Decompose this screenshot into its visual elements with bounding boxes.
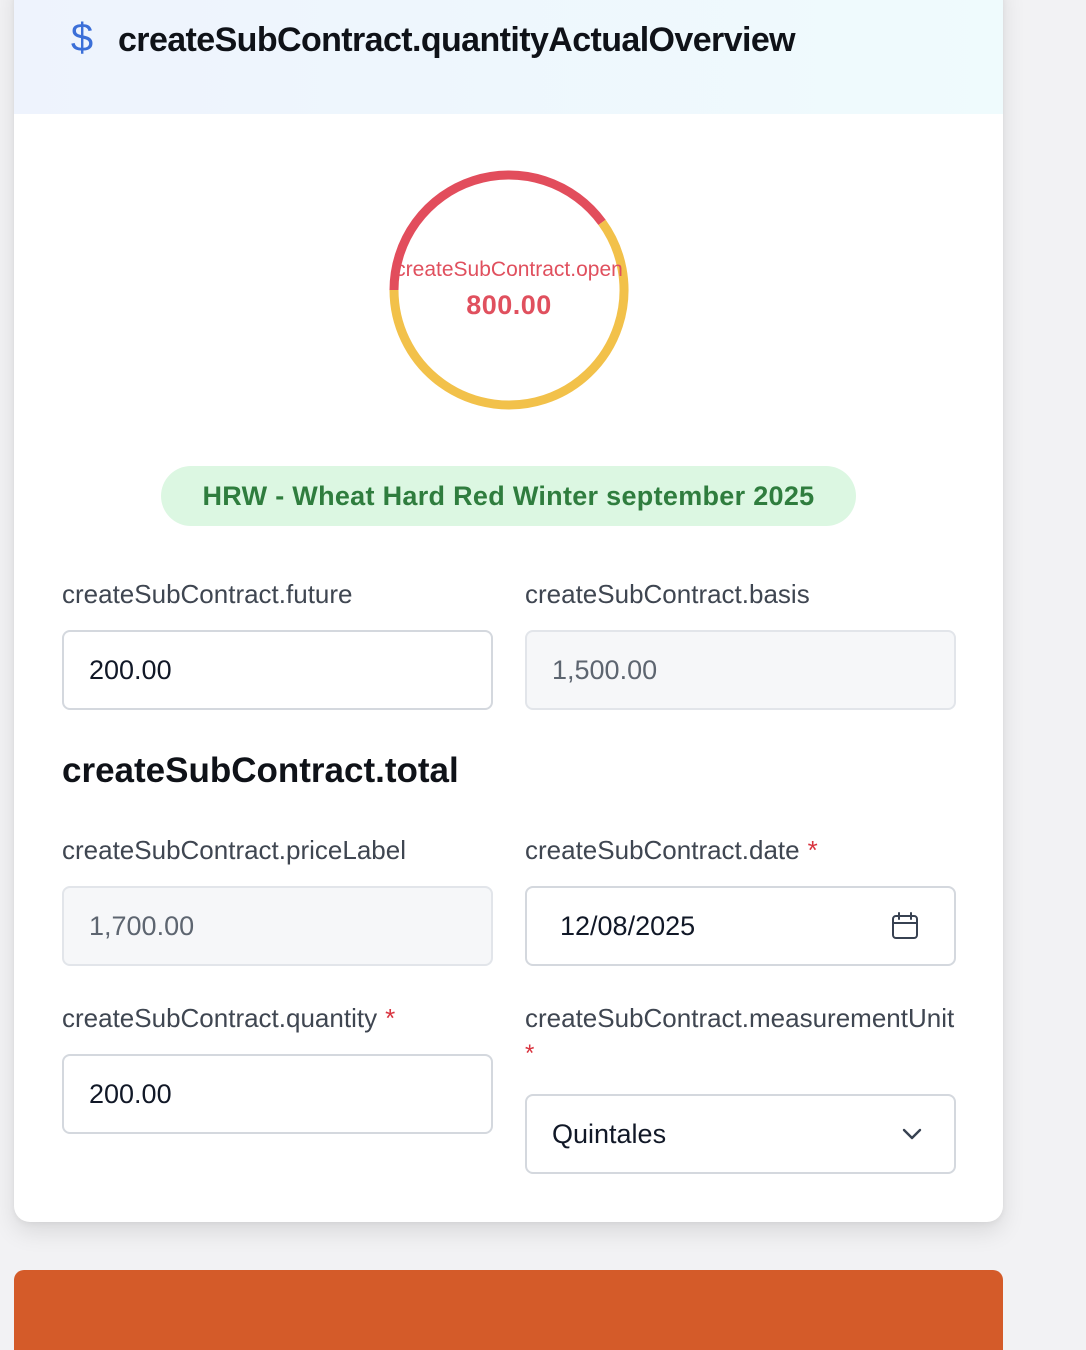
chevron-down-icon [902,1128,922,1140]
calendar-icon[interactable] [890,911,920,941]
basis-input: 1,500.00 [525,630,956,710]
submit-button[interactable] [14,1270,1003,1350]
basis-label: createSubContract.basis [525,579,810,609]
dollar-icon: $ [70,16,94,60]
future-input[interactable]: 200.00 [62,630,493,710]
donut-open-value: 800.00 [466,290,552,320]
date-input[interactable]: 12/08/2025 [525,886,956,966]
date-label-text: createSubContract.date [525,835,800,865]
quantity-label: createSubContract.quantity * [62,1002,395,1034]
card-title: createSubContract.quantityActualOverview [118,21,796,59]
price-input: 1,700.00 [62,886,493,966]
date-value: 12/08/2025 [560,911,696,941]
contract-badge: HRW - Wheat Hard Red Winter september 20… [161,466,856,526]
measurement-unit-value: Quintales [552,1119,667,1149]
date-label: createSubContract.date * [525,834,818,866]
measurement-unit-label: createSubContract.measurementUnit [525,1003,955,1033]
future-label: createSubContract.future [62,579,353,609]
quantity-required-mark: * [385,1003,396,1033]
date-required-mark: * [807,835,818,865]
quantity-overview-card: $ createSubContract.quantityActualOvervi… [14,0,1003,1222]
total-heading: createSubContract.total [62,751,459,790]
price-label: createSubContract.priceLabel [62,835,406,865]
quantity-label-text: createSubContract.quantity [62,1003,378,1033]
card-header: $ createSubContract.quantityActualOvervi… [14,0,1003,114]
measurement-unit-select[interactable]: Quintales [525,1094,956,1174]
measurement-unit-required-mark: * [525,1040,535,1067]
quantity-input[interactable]: 200.00 [62,1054,493,1134]
donut-open-label: createSubContract.open [395,258,623,281]
